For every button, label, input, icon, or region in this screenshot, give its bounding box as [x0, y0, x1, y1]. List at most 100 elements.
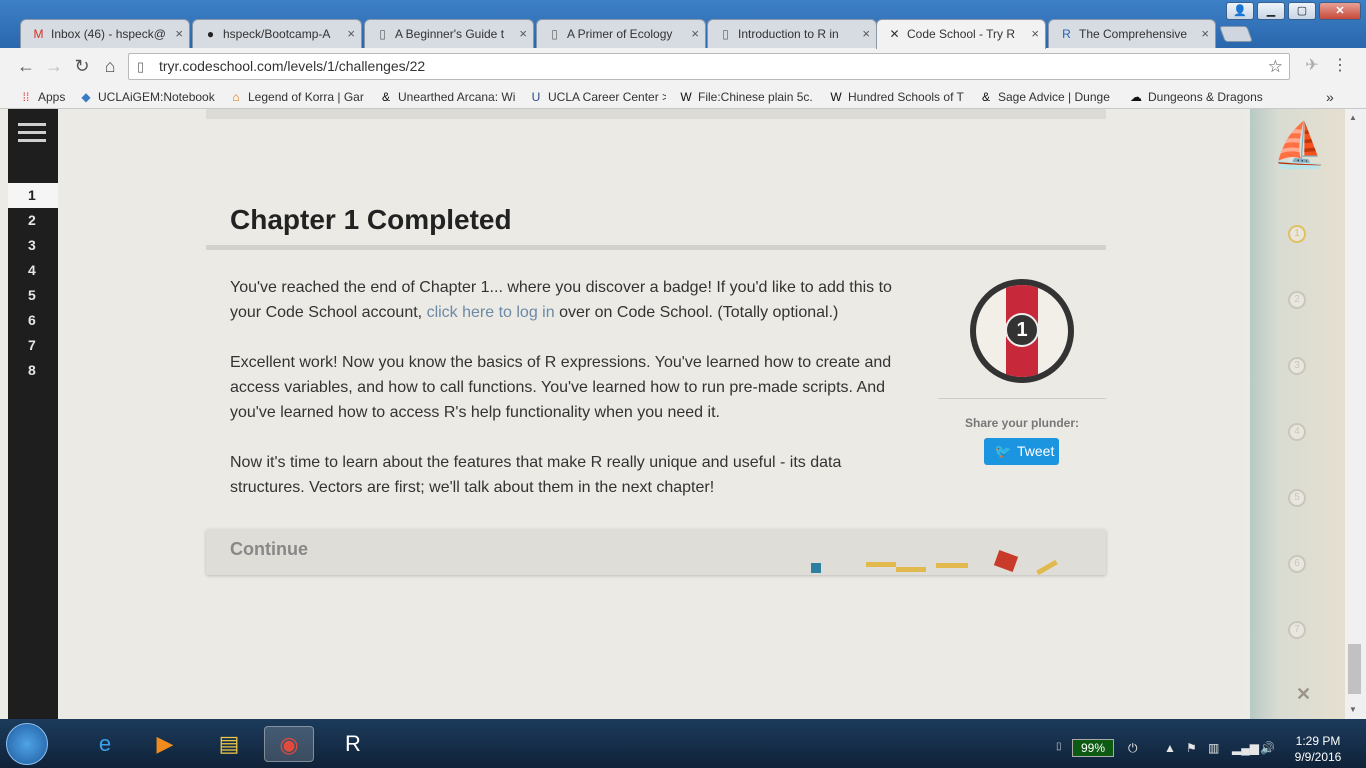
- bookmark-item[interactable]: W Hundred Schools of T: [828, 88, 964, 106]
- device-icon[interactable]: ▥: [1208, 741, 1219, 755]
- tweet-button[interactable]: 🐦 Tweet: [984, 438, 1059, 465]
- network-signal-icon[interactable]: ▂▄▆: [1232, 741, 1259, 755]
- battery-indicator[interactable]: 99%: [1072, 739, 1114, 757]
- level-link-5[interactable]: 5: [8, 283, 58, 308]
- bookmark-item[interactable]: & Sage Advice | Dunge: [978, 88, 1110, 106]
- tab-close-icon[interactable]: ×: [691, 20, 699, 48]
- browser-tab[interactable]: M Inbox (46) - hspeck@ ×: [20, 19, 190, 48]
- treasure-decoration: [866, 562, 896, 567]
- browser-tab[interactable]: ▯ A Primer of Ecology ×: [536, 19, 706, 48]
- login-link[interactable]: click here to log in: [427, 304, 555, 321]
- bookmark-item[interactable]: U UCLA Career Center >: [528, 88, 666, 106]
- browser-tab[interactable]: ● hspeck/Bootcamp-A ×: [192, 19, 362, 48]
- browser-tab[interactable]: R The Comprehensive ×: [1048, 19, 1216, 48]
- level-link-2[interactable]: 2: [8, 208, 58, 233]
- scrollbar-thumb[interactable]: [1348, 644, 1361, 694]
- bookmark-star-icon[interactable]: ☆: [1268, 54, 1283, 79]
- hamburger-menu-icon[interactable]: [18, 123, 46, 145]
- map-checkpoint-6[interactable]: 6: [1288, 555, 1306, 573]
- dragon-icon: ☁: [1130, 90, 1142, 104]
- browser-tab[interactable]: ✕ Code School - Try R ×: [876, 19, 1046, 49]
- scroll-up-arrow-icon[interactable]: ▲: [1349, 113, 1357, 122]
- bookmarks-overflow-button[interactable]: »: [1326, 88, 1334, 106]
- chrome-icon[interactable]: ◉: [264, 726, 314, 762]
- bookmarks-bar: ⁞⁞ Apps ◆ UCLAiGEM:Notebook ⌂ Legend of Korra…: [0, 84, 1366, 109]
- bookmark-item[interactable]: ⁞⁞ Apps: [18, 88, 66, 106]
- show-hidden-icons-arrow[interactable]: ▲: [1164, 741, 1176, 755]
- extension-icon[interactable]: ✈: [1300, 54, 1324, 78]
- back-button[interactable]: ←: [14, 54, 38, 78]
- tab-close-icon[interactable]: ×: [175, 20, 183, 48]
- level-link-7[interactable]: 7: [8, 333, 58, 358]
- bookmark-item[interactable]: W File:Chinese plain 5c.: [678, 88, 812, 106]
- system-clock[interactable]: 1:29 PM 9/9/2016: [1286, 733, 1350, 765]
- power-plug-icon[interactable]: ⏻: [1128, 741, 1138, 756]
- progress-map: ⛵ 1 2 3 4 5 6 7 ✕: [1250, 109, 1345, 719]
- map-checkpoint-4[interactable]: 4: [1288, 423, 1306, 441]
- minimize-button[interactable]: ▁: [1257, 2, 1285, 20]
- forward-button[interactable]: →: [42, 54, 66, 78]
- browser-tab[interactable]: ▯ A Beginner's Guide t ×: [364, 19, 534, 48]
- bookmark-label: Apps: [38, 90, 66, 104]
- chrome-menu-button[interactable]: ⋮: [1328, 54, 1352, 78]
- ucla-icon: U: [531, 90, 541, 104]
- reload-button[interactable]: ↻: [70, 54, 94, 78]
- map-checkpoint-1[interactable]: 1: [1288, 225, 1306, 243]
- page-title: Chapter 1 Completed: [230, 204, 512, 235]
- tab-close-icon[interactable]: ×: [1201, 20, 1209, 48]
- user-profile-button[interactable]: 👤: [1226, 2, 1254, 20]
- start-button[interactable]: [6, 723, 48, 765]
- level-link-3[interactable]: 3: [8, 233, 58, 258]
- bookmark-item[interactable]: ⌂ Legend of Korra | Gar: [228, 88, 363, 106]
- clock-date: 9/9/2016: [1294, 750, 1342, 764]
- internet-explorer-icon[interactable]: e: [80, 726, 130, 762]
- browser-tab[interactable]: ▯ Introduction to R in ×: [707, 19, 877, 48]
- page-icon: ▯: [379, 27, 386, 41]
- twitter-bird-icon: 🐦: [994, 443, 1012, 459]
- page-info-icon[interactable]: ▯: [137, 54, 144, 79]
- level-link-8[interactable]: 8: [8, 358, 58, 383]
- bookmark-label: UCLA Career Center >: [548, 90, 666, 104]
- gem-decoration: [993, 550, 1019, 572]
- korra-icon: ⌂: [232, 90, 240, 104]
- summary-paragraph: Excellent work! Now you know the basics …: [230, 354, 892, 421]
- volume-icon[interactable]: 🔊: [1260, 741, 1275, 755]
- gmail-icon: M: [33, 27, 44, 41]
- title-divider: [206, 245, 1106, 250]
- home-button[interactable]: ⌂: [98, 54, 122, 78]
- scroll-down-arrow-icon[interactable]: ▼: [1349, 705, 1357, 714]
- new-tab-button[interactable]: [1219, 26, 1253, 42]
- crossed-swords-icon: ✕: [889, 27, 900, 41]
- next-chapter-paragraph: Now it's time to learn about the feature…: [230, 454, 842, 496]
- tab-title: A Beginner's Guide t: [395, 27, 505, 41]
- flag-icon[interactable]: ⚑: [1186, 741, 1197, 755]
- bookmark-item[interactable]: & Unearthed Arcana: Wi: [378, 88, 515, 106]
- lesson-panel: Chapter 1 Completed You've reached the e…: [58, 109, 1242, 719]
- address-bar[interactable]: ▯ tryr.codeschool.com/levels/1/challenge…: [128, 53, 1290, 80]
- tab-close-icon[interactable]: ×: [347, 20, 355, 48]
- tab-close-icon[interactable]: ×: [519, 20, 527, 48]
- dnd-icon: &: [981, 90, 990, 104]
- continue-button[interactable]: Continue: [206, 529, 1106, 576]
- media-player-icon[interactable]: ▶: [140, 726, 190, 762]
- maximize-button[interactable]: ▢: [1288, 2, 1316, 20]
- level-link-4[interactable]: 4: [8, 258, 58, 283]
- bookmark-item[interactable]: ◆ UCLAiGEM:Notebook: [78, 88, 215, 106]
- tab-close-icon[interactable]: ×: [862, 20, 870, 48]
- action-center-icon[interactable]: ▯: [1056, 741, 1062, 752]
- wikipedia-icon: W: [680, 90, 692, 104]
- bookmark-label: UCLAiGEM:Notebook: [98, 90, 215, 104]
- page-scrollbar[interactable]: ▲ ▼: [1345, 109, 1366, 719]
- wikipedia-icon: W: [830, 90, 842, 104]
- close-window-button[interactable]: ✕: [1319, 2, 1361, 20]
- map-checkpoint-7[interactable]: 7: [1288, 621, 1306, 639]
- intro-paragraph: You've reached the end of Chapter 1... w…: [230, 275, 920, 325]
- bookmark-item[interactable]: ☁ Dungeons & Dragons: [1128, 88, 1263, 106]
- map-checkpoint-2[interactable]: 2: [1288, 291, 1306, 309]
- map-checkpoint-5[interactable]: 5: [1288, 489, 1306, 507]
- level-link-6[interactable]: 6: [8, 308, 58, 333]
- map-checkpoint-3[interactable]: 3: [1288, 357, 1306, 375]
- r-gui-icon[interactable]: R: [328, 726, 378, 762]
- tab-close-icon[interactable]: ×: [1031, 20, 1039, 48]
- file-explorer-icon[interactable]: ▤: [204, 726, 254, 762]
